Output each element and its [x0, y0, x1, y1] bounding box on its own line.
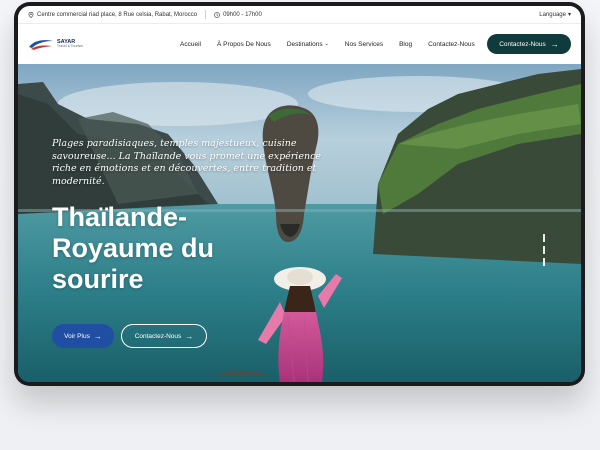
nav-item-contactez-nous[interactable]: Contactez-Nous	[420, 41, 483, 48]
hero-section: Plages paradisiaques, temples majestueux…	[18, 64, 581, 382]
nav-item-accueil[interactable]: Accueil	[172, 41, 209, 48]
top-info-bar: Centre commercial riad place, 8 Rue cels…	[18, 6, 581, 24]
language-label: Language	[539, 11, 566, 18]
main-navigation: SAYAR Travel & Tourism Accueil À Propos …	[18, 24, 581, 64]
nav-item-blog[interactable]: Blog	[391, 41, 420, 48]
logo-swoosh-icon	[29, 40, 53, 50]
device-frame: Centre commercial riad place, 8 Rue cels…	[14, 2, 585, 386]
site-logo[interactable]: SAYAR Travel & Tourism	[28, 36, 108, 52]
arrow-right-icon: →	[550, 39, 559, 49]
nav-item-nos-services[interactable]: Nos Services	[337, 41, 391, 48]
nav-item-label: Nos Services	[344, 40, 384, 48]
nav-item-label: Blog	[399, 40, 413, 48]
divider	[205, 10, 207, 19]
map-pin-icon	[28, 11, 34, 18]
nav-item-label: Contactez-Nous	[428, 40, 475, 48]
see-more-label: Voir Plus	[64, 332, 90, 340]
logo-subtitle: Travel & Tourism	[57, 44, 84, 48]
chevron-down-icon: ▾	[567, 12, 571, 18]
chevron-down-icon: ⌄	[324, 41, 329, 47]
address-text: Centre commercial riad place, 8 Rue cels…	[37, 11, 198, 18]
hours-info: 09h00 - 17h00	[214, 12, 262, 18]
slider-dot[interactable]	[543, 234, 545, 242]
nav-item-destinations[interactable]: Destinations ⌄	[279, 41, 337, 48]
see-more-button[interactable]: Voir Plus →	[52, 324, 114, 348]
hours-text: 09h00 - 17h00	[223, 11, 262, 18]
hero-contact-label: Contactez-Nous	[134, 332, 182, 340]
hero-title: Thaïlande-Royaume du sourire	[52, 202, 215, 294]
arrow-right-icon: →	[185, 331, 194, 341]
nav-item-label: Destinations	[286, 40, 323, 48]
hero-tagline: Plages paradisiaques, temples majestueux…	[52, 138, 322, 187]
hero-contact-button[interactable]: Contactez-Nous →	[121, 324, 207, 348]
slider-dot[interactable]	[543, 246, 545, 254]
clock-icon	[214, 11, 220, 18]
nav-item-label: Accueil	[180, 40, 201, 48]
nav-menu: Accueil À Propos De Nous Destinations ⌄ N…	[172, 41, 483, 48]
nav-item-a-propos[interactable]: À Propos De Nous	[209, 41, 279, 48]
arrow-right-icon: →	[93, 331, 102, 341]
contact-cta-button[interactable]: Contactez-Nous →	[487, 34, 571, 54]
browser-screen: Centre commercial riad place, 8 Rue cels…	[18, 6, 581, 382]
logo-text: SAYAR Travel & Tourism	[57, 39, 84, 49]
address-info: Centre commercial riad place, 8 Rue cels…	[28, 11, 198, 18]
cta-label: Contactez-Nous	[499, 40, 546, 48]
slider-indicators	[543, 234, 545, 266]
language-selector[interactable]: Language ▾	[539, 11, 571, 19]
nav-item-label: À Propos De Nous	[216, 40, 271, 48]
slider-dot[interactable]	[543, 258, 545, 266]
